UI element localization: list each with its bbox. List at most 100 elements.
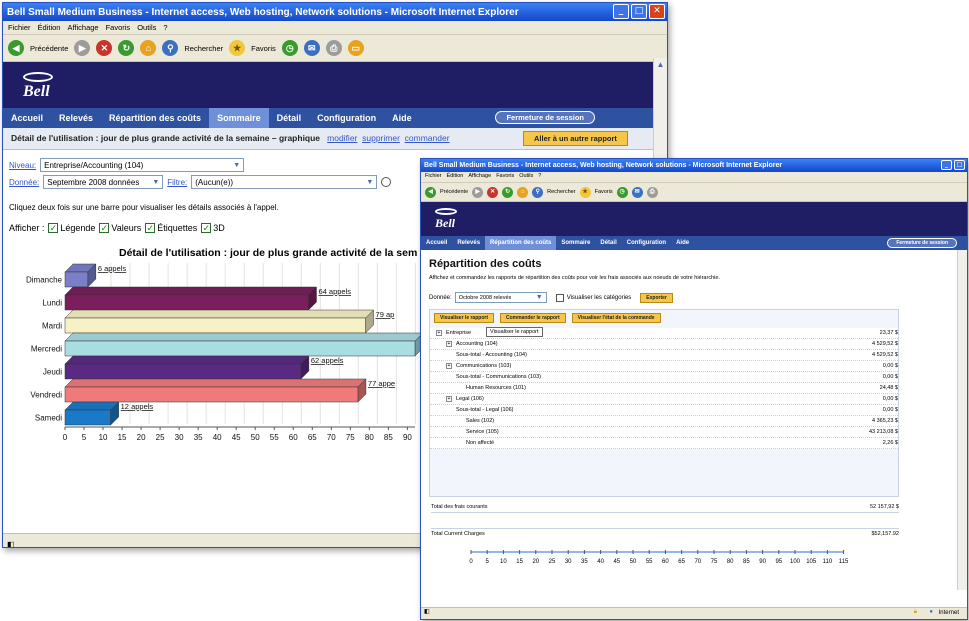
history-icon[interactable]: ◷ — [616, 186, 628, 198]
level-select[interactable]: Entreprise/Accounting (104) ▼ — [40, 158, 245, 172]
favorites-icon[interactable]: ★ — [579, 186, 591, 198]
window-titlebar[interactable]: Bell Small Medium Business - Internet ac… — [3, 3, 667, 21]
table-row[interactable]: Sous-total - Communications (103) 0,00 $ — [430, 372, 898, 383]
menu-help[interactable]: ? — [538, 173, 541, 181]
expand-icon[interactable]: + — [446, 363, 452, 369]
mail-icon[interactable]: ✉ — [631, 186, 643, 198]
filter-label[interactable]: Filtre: — [167, 178, 187, 187]
table-row[interactable]: + Communications (103) 0,00 $ — [430, 361, 898, 372]
order-status-button[interactable]: Visualiser l'état de la commande — [571, 313, 661, 323]
forward-icon[interactable]: ▶ — [472, 186, 484, 198]
view-report-button[interactable]: Visualiser le rapport — [434, 313, 494, 323]
back-label[interactable]: Précédente — [30, 44, 68, 53]
menu-file[interactable]: Fichier — [425, 173, 442, 181]
window-titlebar[interactable]: Bell Small Medium Business - Internet ac… — [421, 159, 967, 172]
tab-sommaire[interactable]: Sommaire — [209, 108, 269, 128]
search-icon[interactable]: ⚲ — [532, 186, 544, 198]
close-button[interactable]: ✕ — [649, 4, 665, 19]
table-row[interactable]: Sous-total - Accounting (104) 4 529,52 $ — [430, 350, 898, 361]
print-icon[interactable]: ⎙ — [646, 186, 658, 198]
table-row[interactable]: Human Resources (101) 24,48 $ — [430, 383, 898, 394]
stop-icon[interactable]: ✕ — [487, 186, 499, 198]
forward-icon[interactable]: ▶ — [74, 40, 91, 56]
table-row[interactable]: + Accounting (104) 4 529,52 $ — [430, 339, 898, 350]
table-row[interactable]: Non affecté 2,26 $ — [430, 438, 898, 449]
tab-accueil[interactable]: Accueil — [3, 108, 51, 128]
history-icon[interactable]: ◷ — [281, 40, 298, 56]
table-row[interactable]: + Legal (106) 0,00 $ — [430, 394, 898, 405]
bell-logo[interactable]: Bell — [23, 72, 53, 101]
back-icon[interactable]: ◀ — [8, 40, 24, 56]
tab-repartition[interactable]: Répartition des coûts — [101, 108, 209, 128]
refresh-icon[interactable]: ↻ — [502, 186, 514, 198]
menu-edit[interactable]: Édition — [38, 23, 61, 32]
tab-configuration[interactable]: Configuration — [309, 108, 384, 128]
menu-view[interactable]: Affichage — [468, 173, 491, 181]
delete-link[interactable]: supprimer — [362, 133, 400, 143]
menu-tools[interactable]: Outils — [137, 23, 156, 32]
maximize-button[interactable]: □ — [631, 4, 647, 19]
table-row[interactable]: Service (105) 43 213,08 $ — [430, 427, 898, 438]
folder-icon[interactable]: ▭ — [347, 40, 364, 56]
tab-configuration[interactable]: Configuration — [622, 236, 671, 250]
radio-option[interactable] — [381, 177, 392, 187]
data-select[interactable]: Octobre 2008 relevés ▼ — [454, 292, 547, 303]
expand-icon[interactable]: + — [446, 341, 452, 347]
back-icon[interactable]: ◀ — [425, 186, 436, 198]
tab-detail[interactable]: Détail — [595, 236, 621, 250]
expand-icon[interactable]: + — [436, 330, 442, 336]
logout-button[interactable]: Fermeture de session — [495, 111, 595, 124]
order-report-button[interactable]: Commander le rapport — [499, 313, 566, 323]
data-label[interactable]: Donnée: — [9, 178, 39, 187]
legend-checkbox[interactable]: ✓ Légende — [48, 223, 95, 233]
table-row[interactable]: Sous-total - Legal (106) 0,00 $ — [430, 405, 898, 416]
minimize-button[interactable]: _ — [613, 4, 629, 19]
table-row[interactable]: Sales (102) 4 365,23 $ — [430, 416, 898, 427]
vertical-scrollbar[interactable] — [957, 250, 967, 590]
bell-logo[interactable]: Bell — [435, 208, 457, 231]
expand-icon[interactable]: + — [446, 396, 452, 402]
tab-sommaire[interactable]: Sommaire — [556, 236, 595, 250]
order-link[interactable]: commander — [405, 133, 450, 143]
minimize-button[interactable]: _ — [941, 160, 952, 170]
menu-favorites[interactable]: Favoris — [496, 173, 514, 181]
search-icon[interactable]: ⚲ — [162, 40, 179, 56]
tab-releves[interactable]: Relevés — [51, 108, 101, 128]
mail-icon[interactable]: ✉ — [303, 40, 320, 56]
menu-view[interactable]: Affichage — [67, 23, 98, 32]
search-label[interactable]: Rechercher — [184, 44, 223, 53]
tab-releves[interactable]: Relevés — [452, 236, 485, 250]
level-label[interactable]: Niveau: — [9, 161, 36, 170]
menu-tools[interactable]: Outils — [519, 173, 533, 181]
stop-icon[interactable]: ✕ — [96, 40, 113, 56]
menu-favorites[interactable]: Favoris — [106, 23, 131, 32]
tab-aide[interactable]: Aide — [384, 108, 420, 128]
maximize-button[interactable]: □ — [954, 160, 965, 170]
modify-link[interactable]: modifier — [327, 133, 357, 143]
home-icon[interactable]: ⌂ — [140, 40, 157, 56]
print-icon[interactable]: ⎙ — [325, 40, 342, 56]
favorites-icon[interactable]: ★ — [229, 40, 246, 56]
labels-checkbox[interactable]: ✓ Étiquettes — [145, 223, 197, 233]
filter-select[interactable]: (Aucun(e)) ▼ — [191, 175, 378, 189]
logout-button[interactable]: Fermeture de session — [887, 238, 957, 248]
tab-accueil[interactable]: Accueil — [421, 236, 452, 250]
values-checkbox[interactable]: ✓ Valeurs — [99, 223, 141, 233]
usage-bar-chart[interactable]: Dimanche 6 appels Lundi 64 appels Mardi 79 ap… — [3, 263, 423, 493]
menu-edit[interactable]: Édition — [447, 173, 464, 181]
back-label[interactable]: Précédente — [440, 189, 468, 195]
favorites-label[interactable]: Favoris — [595, 189, 613, 195]
home-icon[interactable]: ⌂ — [517, 186, 529, 198]
export-button[interactable]: Exporter — [640, 292, 673, 303]
browser-window-front[interactable]: Bell Small Medium Business - Internet ac… — [420, 158, 968, 620]
menu-help[interactable]: ? — [163, 23, 167, 32]
3d-checkbox[interactable]: ✓ 3D — [201, 223, 225, 233]
refresh-icon[interactable]: ↻ — [118, 40, 135, 56]
categories-checkbox[interactable] — [555, 293, 564, 302]
goto-report-button[interactable]: Aller à un autre rapport — [523, 131, 628, 146]
menu-file[interactable]: Fichier — [8, 23, 31, 32]
data-select[interactable]: Septembre 2008 données ▼ — [43, 175, 164, 189]
tab-aide[interactable]: Aide — [671, 236, 694, 250]
tab-detail[interactable]: Détail — [269, 108, 310, 128]
tab-repartition[interactable]: Répartition des coûts — [485, 236, 557, 250]
